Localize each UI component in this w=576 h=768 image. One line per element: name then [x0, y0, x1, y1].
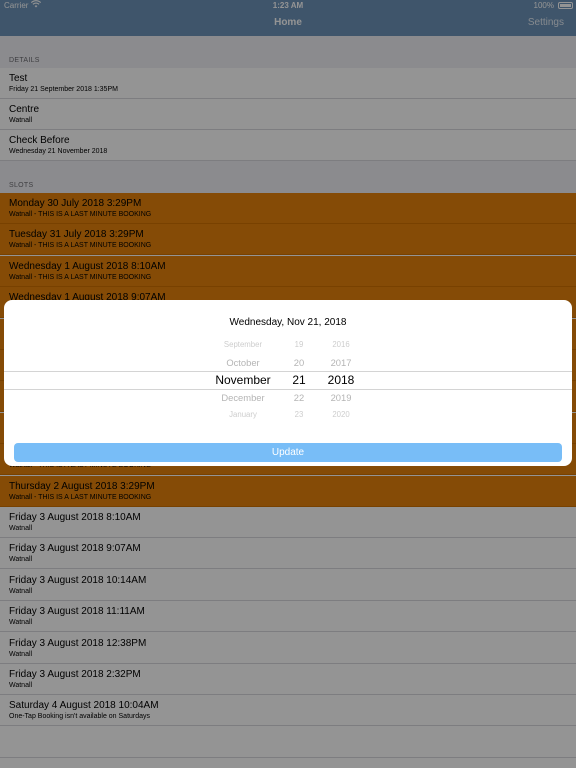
- picker-day-item[interactable]: 21: [285, 373, 313, 387]
- picker-year-item[interactable]: 2020: [320, 410, 362, 419]
- picker-year-item[interactable]: 2019: [320, 392, 362, 403]
- update-button[interactable]: Update: [14, 443, 562, 462]
- picker-month-item[interactable]: December: [199, 392, 287, 403]
- date-picker[interactable]: AugustSeptemberOctoberNovemberDecemberJa…: [4, 336, 572, 428]
- picker-day-item[interactable]: 20: [285, 357, 313, 368]
- picker-year-item[interactable]: 2016: [320, 340, 362, 349]
- picker-year-item[interactable]: 2017: [320, 357, 362, 368]
- picker-day-item[interactable]: 23: [285, 410, 313, 419]
- picker-month-item[interactable]: January: [199, 410, 287, 419]
- selected-date-title: Wednesday, Nov 21, 2018: [229, 317, 347, 328]
- picker-year-item[interactable]: 2018: [320, 373, 362, 387]
- picker-month-item[interactable]: November: [199, 373, 287, 387]
- picker-month-item[interactable]: September: [199, 340, 287, 349]
- date-picker-dialog: Wednesday, Nov 21, 2018 AugustSeptemberO…: [4, 300, 572, 466]
- picker-month-item[interactable]: October: [199, 357, 287, 368]
- picker-day-item[interactable]: 19: [285, 340, 313, 349]
- picker-day-item[interactable]: 22: [285, 392, 313, 403]
